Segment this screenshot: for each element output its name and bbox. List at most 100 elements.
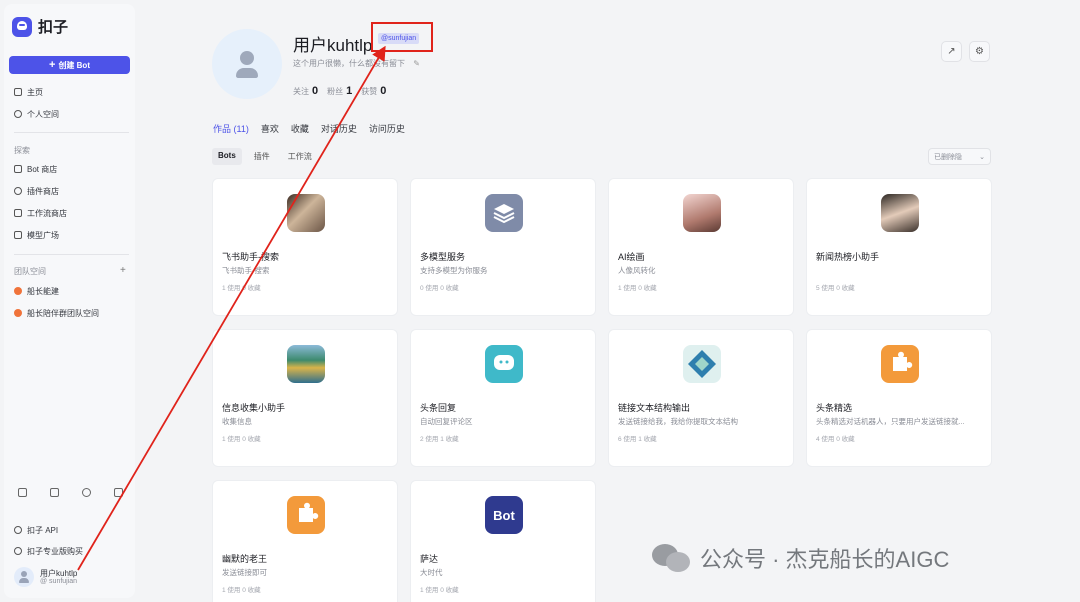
explore-section-label: 探索 bbox=[14, 146, 30, 155]
share-button[interactable]: ↗ bbox=[941, 41, 962, 62]
user-name: 用户kuhtlp bbox=[40, 569, 78, 578]
layers-icon bbox=[485, 194, 523, 232]
stat-label: 关注 bbox=[293, 87, 309, 96]
settings-button[interactable]: ⚙ bbox=[969, 41, 990, 62]
tab-likes[interactable]: 喜欢 bbox=[261, 122, 279, 135]
nav-model-plaza[interactable]: 模型广场 bbox=[14, 228, 59, 242]
nav-plugin-store-label: 插件商店 bbox=[27, 186, 59, 196]
user-handle: @ sunfujian bbox=[40, 578, 78, 585]
avatar bbox=[14, 567, 34, 587]
diamond-icon bbox=[683, 345, 721, 383]
photo-girl-icon bbox=[683, 194, 721, 232]
tab-favorites[interactable]: 收藏 bbox=[291, 122, 309, 135]
card-title: 幽默的老王 bbox=[222, 554, 268, 564]
filter-select[interactable]: 已删除隐 ⌄ bbox=[928, 148, 991, 165]
bot-card[interactable]: Bot 萨达 大时代 1 使用 0 收藏 bbox=[410, 480, 596, 602]
card-description: 发送链接给我，我给你提取文本结构 bbox=[618, 417, 738, 426]
nav-pro-purchase[interactable]: 扣子专业版购买 bbox=[14, 544, 83, 558]
chat-icon[interactable] bbox=[82, 488, 91, 497]
card-stats: 4 使用 0 收藏 bbox=[816, 436, 855, 443]
bot-card[interactable]: 新闻热榜小助手 5 使用 0 收藏 bbox=[806, 178, 992, 316]
bot-icon: Bot bbox=[485, 496, 523, 534]
app-logo[interactable]: 扣子 bbox=[12, 16, 68, 37]
card-title: 头条精选 bbox=[816, 403, 853, 413]
card-description: 自动回复评论区 bbox=[420, 417, 473, 426]
nav-coze-api[interactable]: 扣子 API bbox=[14, 523, 58, 537]
app-name: 扣子 bbox=[38, 19, 69, 36]
tab-visit-history[interactable]: 访问历史 bbox=[369, 122, 405, 135]
landscape-icon bbox=[287, 345, 325, 383]
profile-avatar bbox=[212, 29, 282, 99]
bot-card[interactable]: 多模型服务 支持多模型为你服务 0 使用 0 收藏 bbox=[410, 178, 596, 316]
chat-icon bbox=[485, 345, 523, 383]
card-stats: 1 使用 0 收藏 bbox=[420, 587, 459, 594]
team-avatar bbox=[14, 287, 22, 295]
nav-workflow-store[interactable]: 工作流商店 bbox=[14, 206, 67, 220]
nav-personal-space[interactable]: 个人空间 bbox=[14, 107, 59, 121]
card-stats: 1 使用 0 收藏 bbox=[222, 587, 261, 594]
divider bbox=[14, 254, 129, 255]
photo-woman-icon bbox=[287, 194, 325, 232]
tab-works[interactable]: 作品 (11) bbox=[213, 122, 249, 135]
nav-plugin-store[interactable]: 插件商店 bbox=[14, 184, 59, 198]
team-avatar bbox=[14, 309, 22, 317]
profile-description-text: 这个用户很懒，什么都没有留下 bbox=[293, 59, 405, 68]
stat-label: 获赞 bbox=[361, 87, 378, 96]
nav-home[interactable]: 主页 bbox=[14, 85, 43, 99]
bot-card[interactable]: 信息收集小助手 收集信息 1 使用 0 收藏 bbox=[212, 329, 398, 467]
card-stats: 1 使用 0 收藏 bbox=[222, 436, 261, 443]
profile-description: 这个用户很懒，什么都没有留下 ✎ bbox=[293, 58, 420, 69]
card-title: 飞书助手-搜索 bbox=[222, 252, 279, 262]
edit-icon[interactable]: ✎ bbox=[413, 59, 420, 68]
card-title: AI绘画 bbox=[618, 252, 645, 262]
bot-card[interactable]: 链接文本结构输出 发送链接给我，我给你提取文本结构 6 使用 1 收藏 bbox=[608, 329, 794, 467]
nav-bot-store-label: Bot 商店 bbox=[27, 164, 58, 174]
bot-icon-label: Bot bbox=[493, 507, 515, 523]
bot-card[interactable]: 头条精选头条精选对话机器人，只要用户发送链接就... 4 使用 0 收藏 bbox=[806, 329, 992, 467]
community-icon[interactable] bbox=[114, 488, 123, 497]
gear-icon: ⚙ bbox=[975, 46, 984, 57]
subtab-workflows[interactable]: 工作流 bbox=[282, 148, 318, 165]
bot-card[interactable]: 飞书助手-搜索 飞书助手-搜索 1 使用 0 收藏 bbox=[212, 178, 398, 316]
subtab-plugins[interactable]: 插件 bbox=[248, 148, 276, 165]
stat-value: 1 bbox=[346, 85, 353, 97]
subtab-bots[interactable]: Bots bbox=[212, 148, 242, 165]
nav-model-plaza-label: 模型广场 bbox=[27, 230, 59, 240]
create-bot-label: 创建 Bot bbox=[58, 60, 90, 70]
add-team-icon[interactable]: + bbox=[120, 265, 126, 276]
create-bot-button[interactable]: + 创建 Bot bbox=[9, 56, 130, 74]
team-section-label: 团队空间 bbox=[14, 267, 46, 276]
wechat-icon bbox=[652, 542, 692, 574]
puzzle-icon bbox=[881, 345, 919, 383]
annotation-highlight-box bbox=[371, 22, 433, 52]
card-title: 链接文本结构输出 bbox=[618, 403, 691, 413]
team-item[interactable]: 船长陪伴群团队空间 bbox=[14, 306, 99, 320]
tab-chat-history[interactable]: 对话历史 bbox=[321, 122, 357, 135]
card-description: 飞书助手-搜索 bbox=[222, 266, 270, 275]
mail-icon[interactable] bbox=[50, 488, 59, 497]
card-title: 头条回复 bbox=[420, 403, 457, 413]
nav-workflow-store-label: 工作流商店 bbox=[27, 208, 67, 218]
card-stats: 0 使用 0 收藏 bbox=[420, 285, 459, 292]
coze-logo-icon bbox=[12, 16, 32, 37]
bot-card[interactable]: AI绘画 人像风转化 1 使用 0 收藏 bbox=[608, 178, 794, 316]
bot-card[interactable]: 幽默的老王 发送链接即可 1 使用 0 收藏 bbox=[212, 480, 398, 602]
profile-tabs: 作品 (11) 喜欢 收藏 对话历史 访问历史 bbox=[213, 122, 405, 135]
team-item[interactable]: 船长能建 bbox=[14, 284, 59, 298]
nav-home-label: 主页 bbox=[27, 87, 43, 97]
user-menu[interactable]: 用户kuhtlp @ sunfujian bbox=[14, 567, 77, 587]
team-label: 船长能建 bbox=[27, 286, 59, 296]
workflow-icon bbox=[14, 209, 22, 217]
bot-card[interactable]: 头条回复 自动回复评论区 2 使用 1 收藏 bbox=[410, 329, 596, 467]
filter-label: 已删除隐 bbox=[934, 153, 962, 161]
card-stats: 5 使用 0 收藏 bbox=[816, 285, 855, 292]
card-description: 头条精选对话机器人，只要用户发送链接就... bbox=[816, 417, 965, 426]
photo-girl2-icon bbox=[881, 194, 919, 232]
card-description: 收集信息 bbox=[222, 417, 252, 426]
stat-value: 0 bbox=[312, 85, 319, 97]
divider bbox=[14, 132, 129, 133]
nav-bot-store[interactable]: Bot 商店 bbox=[14, 162, 57, 176]
card-stats: 1 使用 0 收藏 bbox=[222, 285, 261, 292]
card-stats: 1 使用 0 收藏 bbox=[618, 285, 657, 292]
document-icon[interactable] bbox=[18, 488, 27, 497]
